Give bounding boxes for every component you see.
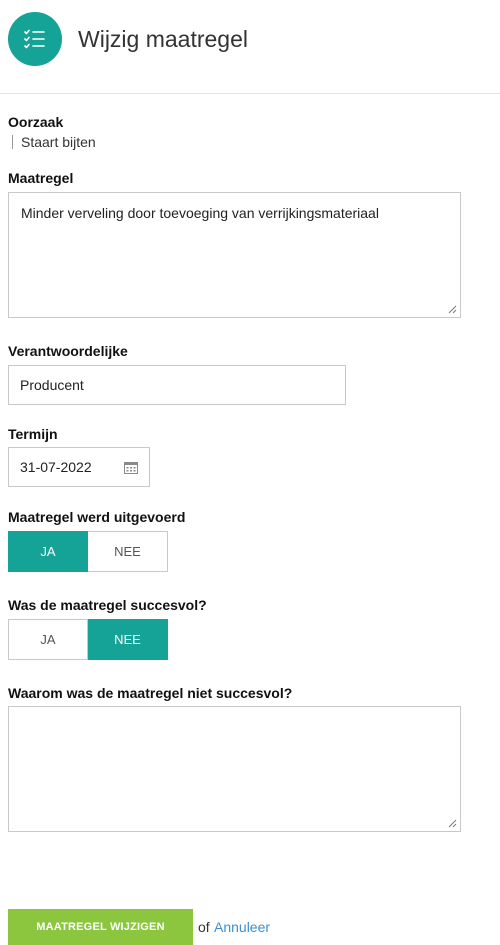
successful-no-button[interactable]: NEE bbox=[88, 619, 168, 660]
executed-yes-button[interactable]: JA bbox=[8, 531, 88, 572]
page-header: Wijzig maatregel bbox=[0, 0, 500, 94]
why-not-textarea[interactable] bbox=[8, 706, 461, 832]
measure-label: Maatregel bbox=[8, 170, 74, 186]
calendar-icon[interactable] bbox=[124, 461, 138, 474]
responsible-input[interactable]: Producent bbox=[8, 365, 346, 405]
or-text: of bbox=[198, 919, 210, 935]
resize-handle-icon[interactable] bbox=[448, 305, 457, 314]
executed-toggle: JA NEE bbox=[8, 531, 168, 572]
successful-toggle: JA NEE bbox=[8, 619, 168, 660]
executed-no-button[interactable]: NEE bbox=[88, 531, 168, 572]
measure-text: Minder verveling door toevoeging van ver… bbox=[21, 205, 379, 221]
successful-yes-button[interactable]: JA bbox=[8, 619, 88, 660]
deadline-input[interactable]: 31-07-2022 bbox=[8, 447, 150, 487]
submit-button[interactable]: MAATREGEL WIJZIGEN bbox=[8, 909, 193, 945]
deadline-value: 31-07-2022 bbox=[20, 459, 92, 475]
deadline-label: Termijn bbox=[8, 426, 58, 442]
checklist-icon bbox=[8, 12, 62, 66]
executed-label: Maatregel werd uitgevoerd bbox=[8, 509, 186, 525]
responsible-label: Verantwoordelijke bbox=[8, 343, 128, 359]
cause-value: Staart bijten bbox=[12, 135, 96, 149]
why-not-label: Waarom was de maatregel niet succesvol? bbox=[8, 685, 293, 701]
resize-handle-icon[interactable] bbox=[448, 819, 457, 828]
responsible-value: Producent bbox=[20, 377, 84, 393]
page-title: Wijzig maatregel bbox=[78, 26, 248, 52]
cause-label: Oorzaak bbox=[8, 114, 64, 130]
successful-label: Was de maatregel succesvol? bbox=[8, 597, 207, 613]
measure-textarea[interactable]: Minder verveling door toevoeging van ver… bbox=[8, 192, 461, 318]
cancel-link[interactable]: Annuleer bbox=[214, 919, 270, 935]
